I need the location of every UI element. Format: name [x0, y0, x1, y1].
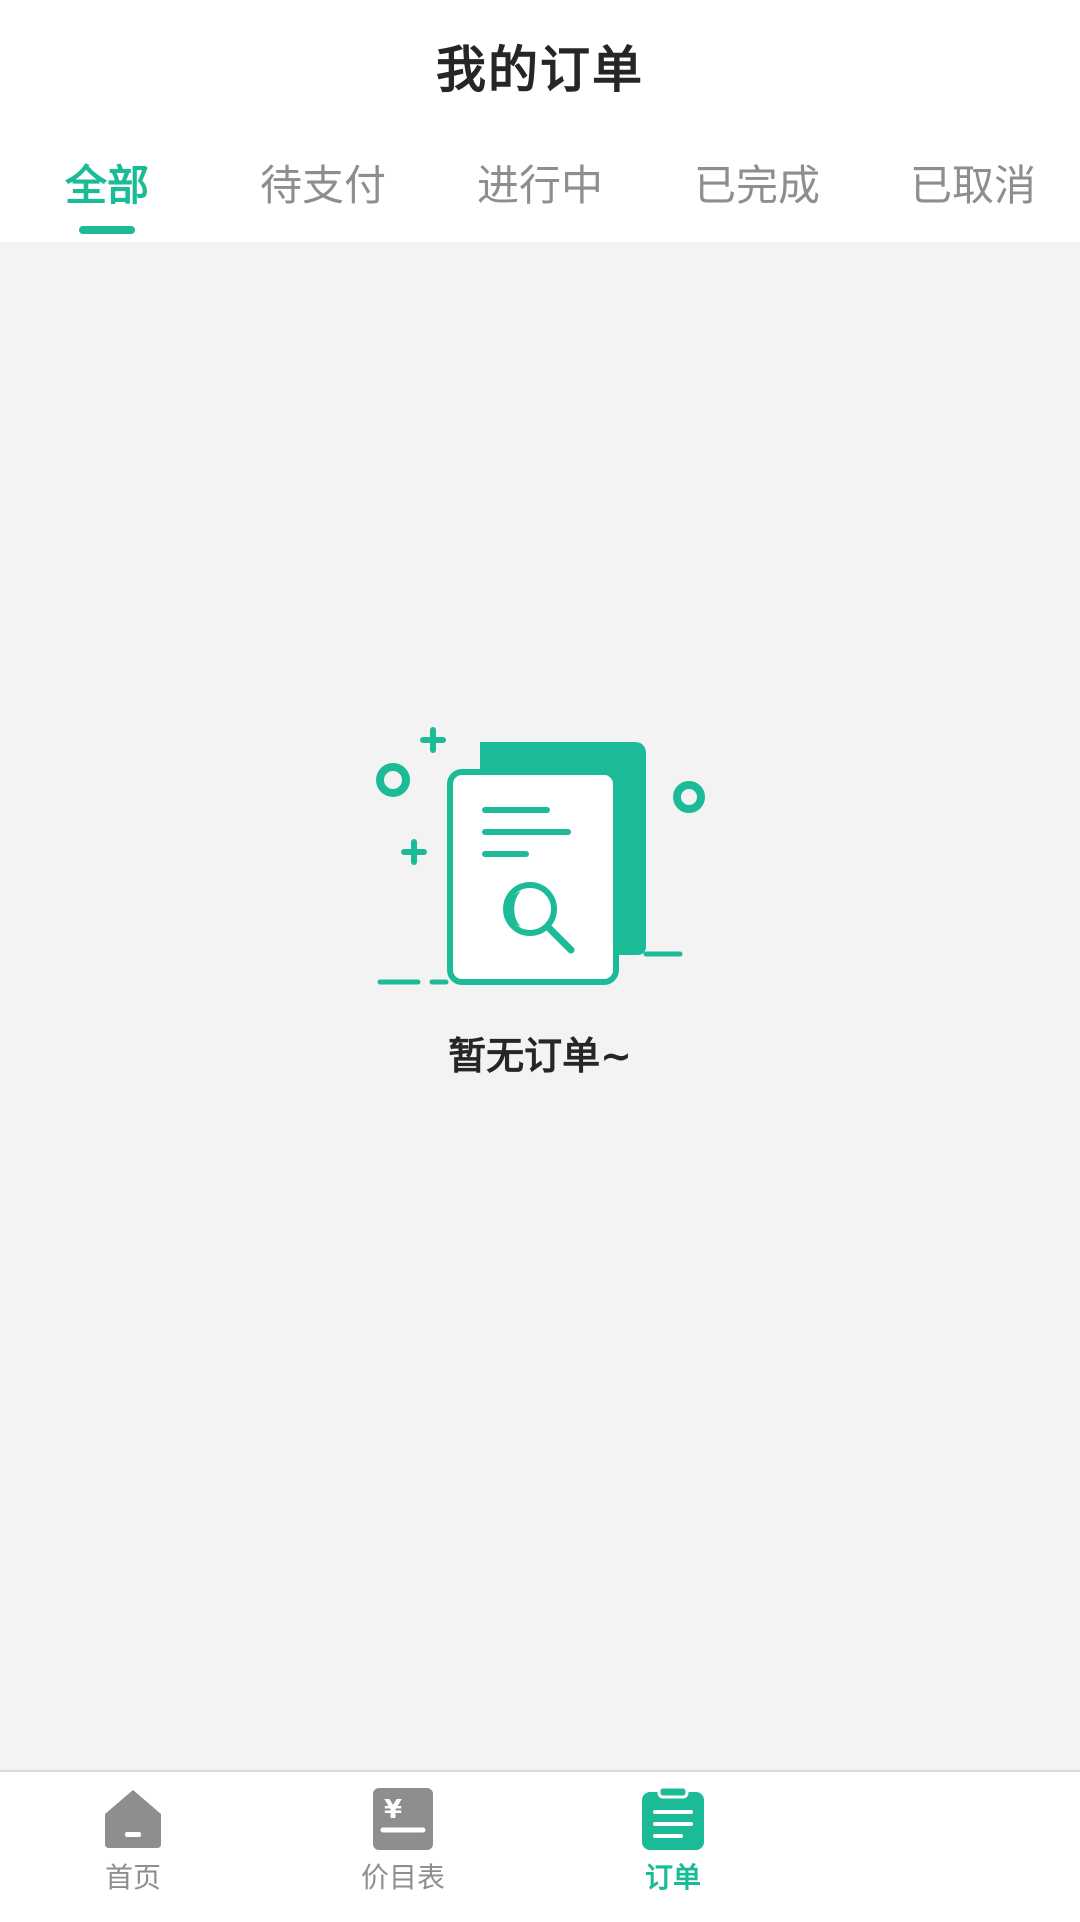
tab-in-progress[interactable]: 进行中: [440, 152, 640, 242]
price-list-icon: ¥: [373, 1788, 433, 1850]
orders-icon: [642, 1786, 704, 1850]
header: 我的订单 全部 待支付 进行中 已完成 已取消: [0, 0, 1080, 242]
empty-state-message: 暂无订单~: [448, 1034, 632, 1078]
tabbar-item-orders[interactable]: 订单: [563, 1772, 783, 1922]
home-icon: [105, 1790, 161, 1848]
tabbar-label-price-list: 价目表: [360, 1861, 445, 1894]
tab-cancelled[interactable]: 已取消: [873, 152, 1073, 242]
tabbar-label-home: 首页: [104, 1861, 161, 1894]
tabbar-item-price-list[interactable]: ¥ 价目表: [293, 1772, 513, 1922]
tab-pending-payment[interactable]: 待支付: [223, 152, 423, 242]
page-title: 我的订单: [436, 41, 644, 99]
document-search-icon: [376, 727, 705, 985]
active-tab-indicator: [79, 226, 135, 234]
svg-text:¥: ¥: [384, 1795, 402, 1825]
order-tabs: 全部 待支付 进行中 已完成 已取消: [0, 152, 1080, 242]
tabbar-label-orders: 订单: [644, 1861, 701, 1894]
empty-state-illustration: [360, 720, 720, 1080]
bottom-tab-bar: 首页 ¥ 价目表 订单: [0, 1770, 1080, 1922]
tabbar-item-home[interactable]: 首页: [23, 1772, 243, 1922]
tab-completed[interactable]: 已完成: [657, 152, 857, 242]
